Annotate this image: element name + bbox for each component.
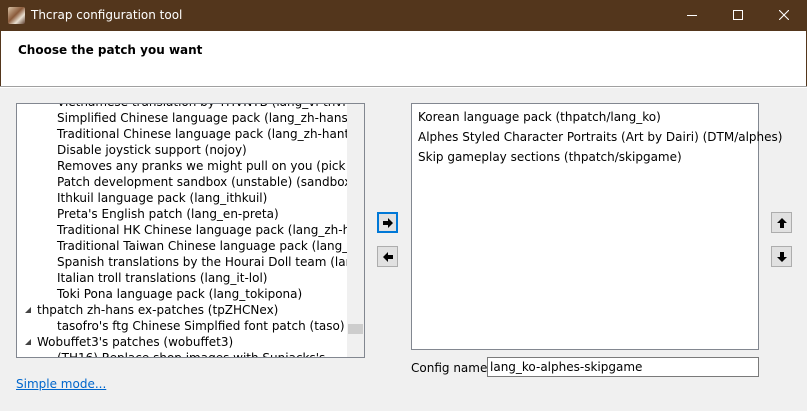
tree-item-label: Removes any pranks we might pull on you … (57, 159, 365, 173)
close-button[interactable] (761, 0, 807, 31)
tree-item[interactable]: Spanish translations by the Hourai Doll … (17, 254, 364, 270)
maximize-icon (733, 10, 743, 20)
tree-item-label: Toki Pona language pack (lang_tokipona) (57, 287, 303, 301)
tree-group[interactable]: thpatch zh-hans ex-patches (tpZHCNex) (17, 302, 347, 318)
tree-item[interactable]: Toki Pona language pack (lang_tokipona) (17, 286, 347, 302)
tree-item-label: tasofro's ftg Chinese Simplfied font pat… (57, 319, 345, 333)
tree-item-label: Preta's English patch (lang_en-preta) (57, 207, 279, 221)
scrollbar-thumb[interactable] (348, 324, 363, 334)
tree-item[interactable]: Traditional Chinese language pack (lang_… (17, 126, 354, 142)
close-icon (779, 10, 789, 20)
expand-triangle-icon[interactable] (24, 338, 32, 346)
arrow-up-icon (777, 218, 787, 228)
arrow-right-icon (383, 218, 393, 228)
tree-item-label: Vietnamese translation by THVNTB (lang_v… (57, 104, 364, 109)
tree-item-label: Italian troll translations (lang_it-lol) (57, 271, 268, 285)
move-up-button[interactable] (771, 212, 792, 233)
tree-group[interactable]: Wobuffet3's patches (wobuffet3) (17, 334, 347, 350)
tree-item-label: Traditional Taiwan Chinese language pack… (57, 239, 364, 253)
tree-item[interactable]: Preta's English patch (lang_en-preta) (17, 206, 347, 222)
header-panel: Choose the patch you want (0, 31, 807, 86)
tree-item[interactable]: Simplified Chinese language pack (lang_z… (17, 110, 352, 126)
simple-mode-link[interactable]: Simple mode... (16, 376, 106, 392)
tree-item[interactable]: tasofro's ftg Chinese Simplfied font pat… (17, 318, 347, 334)
header-divider (0, 86, 807, 88)
tree-content: Vietnamese translation by THVNTB (lang_v… (17, 104, 364, 358)
tree-item-label: (TH16) Replace shop images with Sunjacks… (57, 351, 341, 358)
config-name-label: Config name: (411, 361, 492, 375)
tree-item[interactable]: Ithkuil language pack (lang_ithkuil) (17, 190, 347, 206)
arrow-down-icon (777, 252, 787, 262)
tree-item[interactable]: (TH16) Replace shop images with Sunjacks… (17, 350, 347, 358)
tree-item-label: thpatch zh-hans ex-patches (tpZHCNex) (37, 303, 279, 317)
tree-item[interactable]: Removes any pranks we might pull on you … (17, 158, 364, 174)
tree-item-label: Disable joystick support (nojoy) (57, 143, 247, 157)
tree-item[interactable]: Vietnamese translation by THVNTB (lang_v… (17, 104, 364, 110)
tree-item[interactable]: Disable joystick support (nojoy) (17, 142, 347, 158)
move-down-button[interactable] (771, 246, 792, 267)
page-title: Choose the patch you want (18, 43, 203, 57)
tree-item[interactable]: Patch development sandbox (unstable) (sa… (17, 174, 356, 190)
tree-item-label: Wobuffet3's patches (wobuffet3) (37, 335, 234, 349)
tree-item-label: Traditional Chinese language pack (lang_… (57, 127, 354, 141)
arrow-left-icon (383, 252, 393, 262)
selected-patch-item[interactable]: Alphes Styled Character Portraits (Art b… (418, 129, 782, 145)
tree-item-label: Traditional HK Chinese language pack (la… (57, 223, 365, 237)
minimize-button[interactable] (669, 0, 715, 31)
available-patches-tree[interactable]: Vietnamese translation by THVNTB (lang_v… (16, 103, 365, 358)
tree-item-label: Simplified Chinese language pack (lang_z… (57, 111, 353, 125)
selected-patch-item[interactable]: Korean language pack (thpatch/lang_ko) (418, 109, 661, 125)
tree-item-label: Ithkuil language pack (lang_ithkuil) (57, 191, 268, 205)
selected-patch-item[interactable]: Skip gameplay sections (thpatch/skipgame… (418, 149, 682, 165)
window-title: Thcrap configuration tool (31, 8, 183, 22)
tree-item-label: Patch development sandbox (unstable) (sa… (57, 175, 356, 189)
app-icon (8, 7, 25, 24)
tree-item[interactable]: Traditional HK Chinese language pack (la… (17, 222, 364, 238)
selected-patches-list[interactable]: Korean language pack (thpatch/lang_ko) A… (411, 103, 782, 350)
tree-item[interactable]: Italian troll translations (lang_it-lol) (17, 270, 347, 286)
remove-patch-button[interactable] (377, 246, 398, 267)
title-bar[interactable]: Thcrap configuration tool (0, 0, 807, 31)
tree-item-label: Spanish translations by the Hourai Doll … (57, 255, 365, 269)
expand-triangle-icon[interactable] (24, 306, 32, 314)
add-patch-button[interactable] (377, 212, 398, 233)
maximize-button[interactable] (715, 0, 761, 31)
config-name-input[interactable] (487, 357, 759, 377)
tree-scrollbar[interactable] (347, 104, 364, 357)
minimize-icon (687, 15, 697, 16)
tree-item[interactable]: Traditional Taiwan Chinese language pack… (17, 238, 364, 254)
